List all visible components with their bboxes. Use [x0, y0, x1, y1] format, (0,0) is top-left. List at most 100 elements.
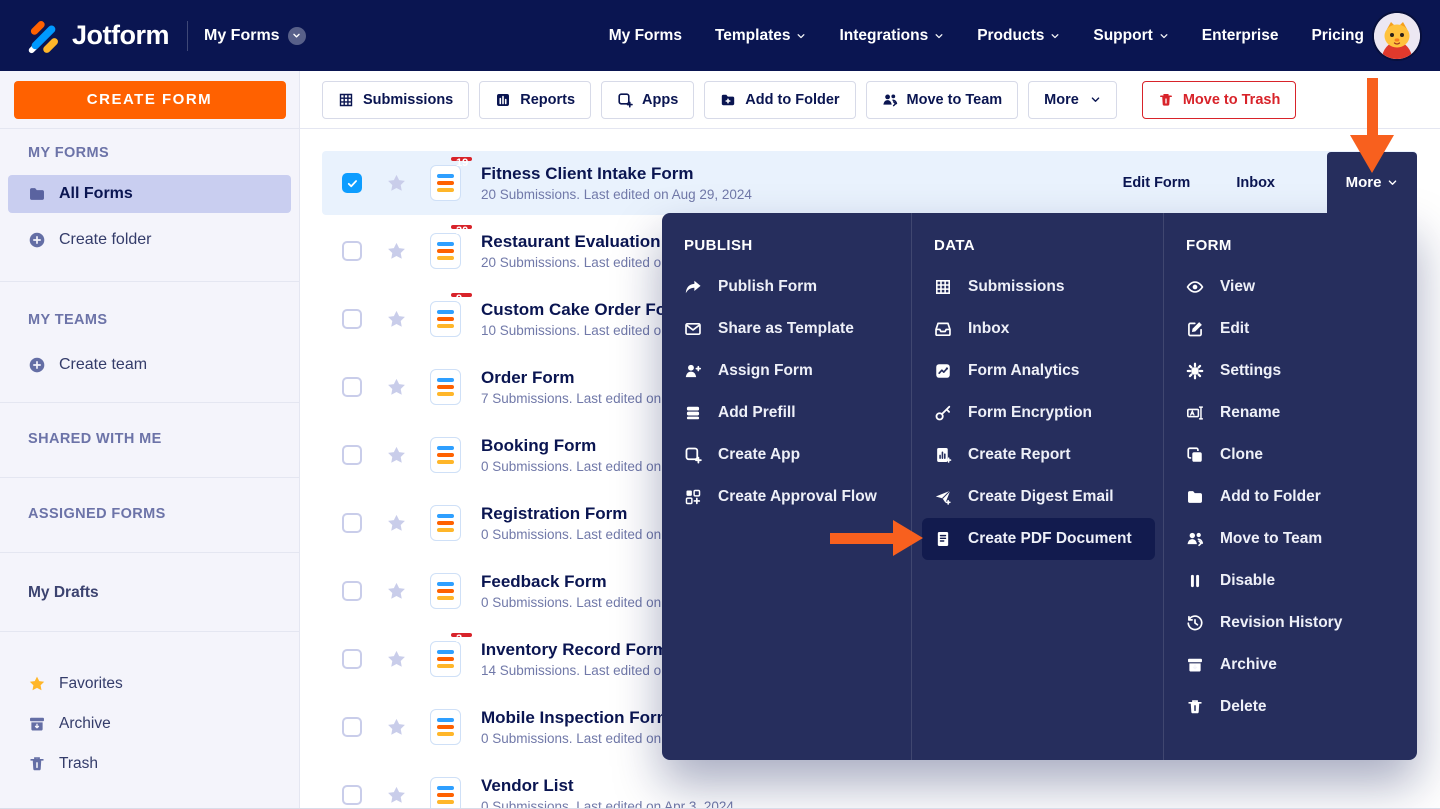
form-meta: 0 Submissions. Last edited on	[481, 731, 662, 746]
sidebar-item-shared-with-me[interactable]: SHARED WITH ME	[0, 431, 299, 447]
menu-item-add-to-folder[interactable]: Add to Folder	[1174, 476, 1409, 518]
menu-item-form-encryption[interactable]: Form Encryption	[922, 392, 1155, 434]
menu-column-form: FORM View Edit Settings Rename Clone Add to Fo…	[1163, 213, 1417, 760]
menu-item-archive[interactable]: Archive	[1174, 644, 1409, 686]
star-icon[interactable]	[386, 513, 407, 534]
workspace-switcher[interactable]: My Forms	[204, 26, 306, 45]
form-title: Registration Form	[481, 504, 628, 523]
sidebar-item-trash[interactable]: Trash	[8, 744, 291, 784]
row-checkbox[interactable]	[342, 445, 362, 465]
menu-item-disable[interactable]: Disable	[1174, 560, 1409, 602]
row-checkbox[interactable]	[342, 513, 362, 533]
create-report-icon	[934, 446, 952, 464]
nav-link-enterprise[interactable]: Enterprise	[1202, 27, 1279, 45]
move-to-team-button[interactable]: Move to Team	[865, 80, 1019, 119]
form-title: Restaurant Evaluation	[481, 232, 661, 251]
star-icon[interactable]	[386, 445, 407, 466]
star-icon[interactable]	[386, 581, 407, 602]
star-icon[interactable]	[386, 309, 407, 330]
menu-item-label: Clone	[1220, 446, 1264, 463]
menu-item-publish-form[interactable]: Publish Form	[672, 266, 903, 308]
create-form-button[interactable]: CREATE FORM	[13, 80, 286, 119]
submissions-icon	[338, 92, 354, 108]
row-checkbox[interactable]	[342, 241, 362, 261]
menu-item-create-pdf-document[interactable]: Create PDF Document	[922, 518, 1155, 560]
sidebar-item-all-forms[interactable]: All Forms	[8, 175, 291, 213]
sidebar-item-create-folder[interactable]: Create folder	[8, 221, 291, 259]
menu-item-add-prefill[interactable]: Add Prefill	[672, 392, 903, 434]
sidebar-item-assigned-forms[interactable]: ASSIGNED FORMS	[0, 506, 299, 522]
sidebar-item-favorites[interactable]: Favorites	[8, 664, 291, 704]
sidebar-item-archive[interactable]: Archive	[8, 704, 291, 744]
chevron-down-icon	[1387, 177, 1398, 188]
menu-item-submissions[interactable]: Submissions	[922, 266, 1155, 308]
row-checkbox[interactable]	[342, 785, 362, 805]
menu-item-label: Create Report	[968, 446, 1071, 463]
nav-link-label: My Forms	[608, 26, 682, 44]
menu-item-create-app[interactable]: Create App	[672, 434, 903, 476]
jotform-logo[interactable]: Jotform	[24, 17, 170, 55]
chevron-down-icon	[796, 31, 806, 41]
menu-item-assign-form[interactable]: Assign Form	[672, 350, 903, 392]
top-navbar: Jotform My Forms My Forms Templates Integr…	[0, 0, 1440, 71]
inbox-link[interactable]: Inbox	[1236, 175, 1275, 191]
nav-link-integrations[interactable]: Integrations	[839, 27, 944, 45]
star-icon[interactable]	[386, 173, 407, 194]
chevron-down-icon	[1050, 31, 1060, 41]
move-to-trash-button[interactable]: Move to Trash	[1141, 80, 1297, 119]
menu-item-form-analytics[interactable]: Form Analytics	[922, 350, 1155, 392]
menu-item-edit[interactable]: Edit	[1174, 308, 1409, 350]
star-icon[interactable]	[386, 377, 407, 398]
star-icon[interactable]	[386, 649, 407, 670]
menu-item-create-approval-flow[interactable]: Create Approval Flow	[672, 476, 903, 518]
edit-form-link[interactable]: Edit Form	[1123, 175, 1191, 191]
reports-button[interactable]: Reports	[479, 80, 592, 119]
row-checkbox[interactable]	[342, 377, 362, 397]
star-icon	[28, 675, 46, 693]
nav-link-pricing[interactable]: Pricing	[1311, 27, 1364, 45]
form-row-vendor-list[interactable]: Vendor List 0 Submissions. Last edited on…	[322, 763, 1417, 808]
menu-item-move-to-team[interactable]: Move to Team	[1174, 518, 1409, 560]
apps-button[interactable]: Apps	[601, 80, 695, 119]
menu-item-share-as-template[interactable]: Share as Template	[672, 308, 903, 350]
more-button[interactable]: More	[1028, 80, 1117, 119]
row-checkbox[interactable]	[342, 717, 362, 737]
form-title: Mobile Inspection Form	[481, 708, 672, 727]
menu-item-view[interactable]: View	[1174, 266, 1409, 308]
nav-link-products[interactable]: Products	[977, 27, 1060, 45]
star-icon[interactable]	[386, 785, 407, 806]
row-checkbox[interactable]	[342, 309, 362, 329]
nav-link-my-forms[interactable]: My Forms	[609, 27, 682, 45]
form-row-fitness-client-intake-form[interactable]: 19 Fitness Client Intake Form 20 Submissio…	[322, 151, 1417, 215]
sidebar-item-label: Archive	[59, 715, 111, 732]
menu-item-revision-history[interactable]: Revision History	[1174, 602, 1409, 644]
form-meta: 20 Submissions. Last edited on	[481, 255, 669, 270]
menu-item-create-report[interactable]: Create Report	[922, 434, 1155, 476]
nav-link-templates[interactable]: Templates	[715, 27, 807, 45]
add-to-folder-button[interactable]: Add to Folder	[704, 80, 856, 119]
bulk-actions-toolbar: Submissions Reports Apps Add to Folder Move …	[300, 71, 1440, 129]
menu-item-inbox[interactable]: Inbox	[922, 308, 1155, 350]
menu-item-delete[interactable]: Delete	[1174, 686, 1409, 728]
user-avatar[interactable]	[1374, 12, 1420, 59]
submissions-button[interactable]: Submissions	[322, 80, 470, 119]
row-checkbox[interactable]	[342, 649, 362, 669]
menu-item-label: Assign Form	[718, 362, 813, 379]
menu-item-settings[interactable]: Settings	[1174, 350, 1409, 392]
menu-item-rename[interactable]: Rename	[1174, 392, 1409, 434]
menu-item-create-digest-email[interactable]: Create Digest Email	[922, 476, 1155, 518]
star-icon[interactable]	[386, 717, 407, 738]
sidebar-item-create-team[interactable]: Create team	[8, 346, 291, 384]
create-app-icon	[684, 446, 702, 464]
apps-icon	[617, 92, 633, 108]
star-icon[interactable]	[386, 241, 407, 262]
menu-item-clone[interactable]: Clone	[1174, 434, 1409, 476]
row-checkbox[interactable]	[342, 581, 362, 601]
nav-link-support[interactable]: Support	[1093, 27, 1168, 45]
sidebar-item-my-drafts[interactable]: My Drafts	[0, 584, 299, 602]
form-meta: 10 Submissions. Last edited on	[481, 323, 669, 338]
reports-icon	[495, 92, 511, 108]
menu-item-label: View	[1220, 278, 1256, 295]
row-checkbox-checked[interactable]	[342, 173, 362, 193]
settings-icon	[1186, 362, 1204, 380]
